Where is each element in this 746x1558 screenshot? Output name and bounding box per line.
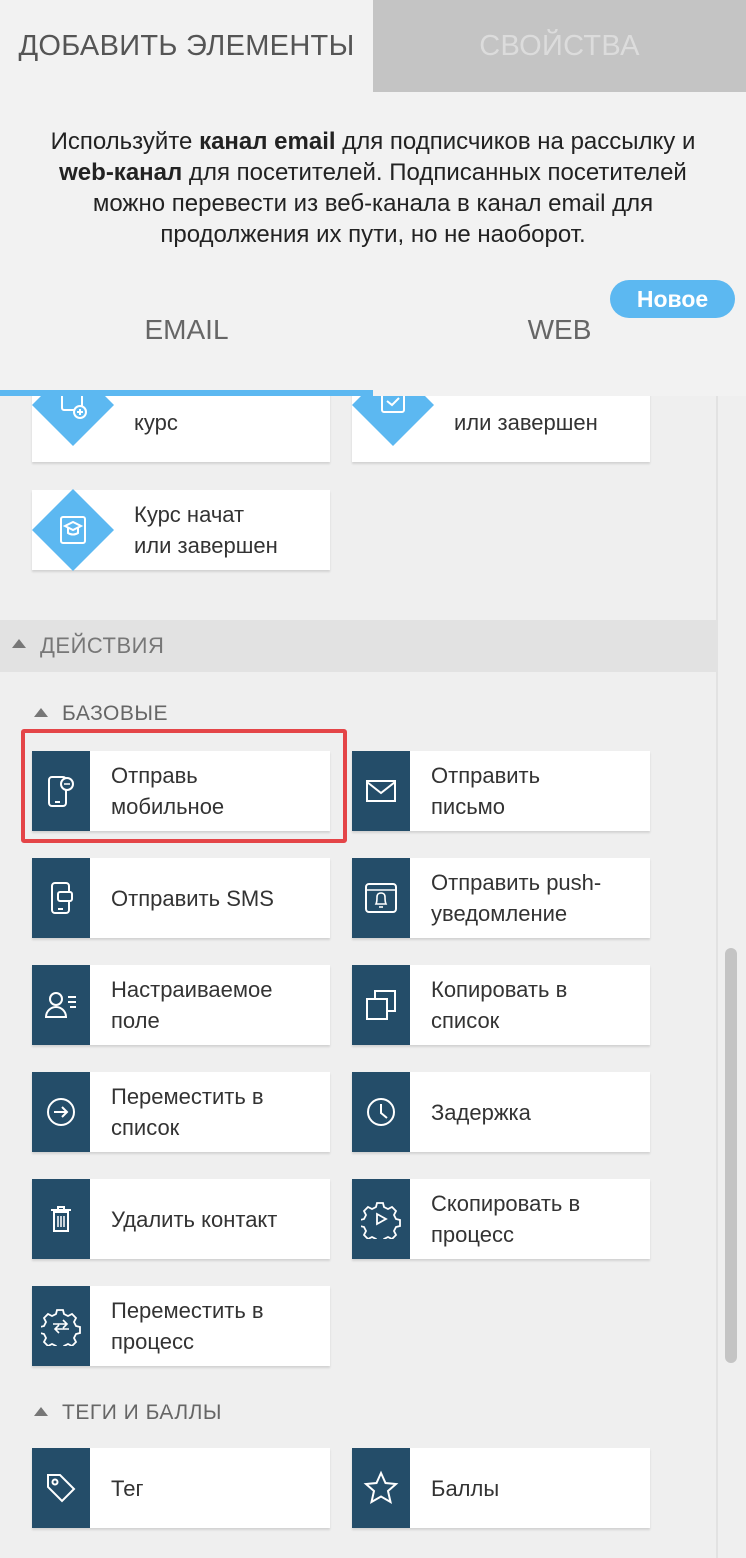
tag-icon	[32, 1448, 90, 1528]
card-label: Курс начат или завершен	[134, 502, 278, 558]
card-label: или завершен	[454, 409, 598, 435]
card-label: Переместить в список	[111, 1084, 264, 1140]
action-send-sms[interactable]: Отправить SMS	[32, 858, 330, 938]
card-label: курс	[134, 409, 178, 435]
card-label: Отправить письмо	[431, 763, 541, 819]
push-bell-icon	[352, 858, 410, 938]
clock-icon	[352, 1072, 410, 1152]
card-label: Удалить контакт	[111, 1206, 278, 1232]
gear-move-icon	[32, 1286, 90, 1366]
channel-tab-email[interactable]: EMAIL	[0, 314, 373, 346]
action-custom-field[interactable]: Настраиваемое поле	[32, 965, 330, 1045]
collapse-arrow-icon	[34, 708, 48, 717]
card-label: Скопировать в процесс	[431, 1191, 581, 1247]
action-copy-to-list[interactable]: Копировать в список	[352, 965, 650, 1045]
channel-tab-web[interactable]: WEB	[373, 314, 746, 346]
gear-copy-icon	[352, 1179, 410, 1259]
card-label: Тег	[111, 1475, 144, 1501]
card-label: Отправить push-уведомление	[431, 870, 602, 926]
card-label: Баллы	[431, 1475, 500, 1501]
arrow-circle-icon	[32, 1072, 90, 1152]
course-check-icon	[373, 396, 413, 425]
action-send-push[interactable]: Отправить push-уведомление	[352, 858, 650, 938]
list-divider	[716, 396, 718, 1558]
action-send-email[interactable]: Отправить письмо	[352, 751, 650, 831]
action-delete-contact[interactable]: Удалить контакт	[32, 1179, 330, 1259]
action-tag[interactable]: Тег	[32, 1448, 330, 1528]
trigger-card-course-status[interactable]: или завершен	[351, 396, 650, 462]
highlight-frame	[21, 729, 347, 843]
subsection-title: ТЕГИ И БАЛЛЫ	[62, 1401, 223, 1424]
action-delay[interactable]: Задержка	[352, 1072, 650, 1152]
trash-icon	[32, 1179, 90, 1259]
action-move-to-process[interactable]: Переместить в процесс	[32, 1286, 330, 1366]
card-label: Настраиваемое поле	[111, 977, 273, 1033]
trigger-card-course-add[interactable]: курс	[31, 396, 330, 462]
star-icon	[352, 1448, 410, 1528]
tab-add-elements[interactable]: ДОБАВИТЬ ЭЛЕМЕНТЫ	[0, 0, 373, 92]
trigger-card-course-started[interactable]: Курс начат или завершен	[31, 488, 330, 572]
copy-icon	[352, 965, 410, 1045]
action-points[interactable]: Баллы	[352, 1448, 650, 1528]
card-label: Задержка	[431, 1099, 531, 1125]
envelope-icon	[352, 751, 410, 831]
user-field-icon	[32, 965, 90, 1045]
channel-info: Используйте канал email для подписчиков …	[0, 92, 746, 396]
panel-tabs: ДОБАВИТЬ ЭЛЕМЕНТЫ СВОЙСТВА	[0, 0, 746, 92]
action-move-to-list[interactable]: Переместить в список	[32, 1072, 330, 1152]
card-label: Отправить SMS	[111, 885, 274, 911]
course-add-icon	[53, 396, 93, 425]
elements-list[interactable]: курс или завершен Курс начат или завершен…	[0, 396, 746, 1558]
new-badge: Новое	[610, 280, 735, 318]
section-actions[interactable]: ДЕЙСТВИЯ	[0, 620, 716, 672]
tab-properties[interactable]: СВОЙСТВА	[373, 0, 746, 92]
graduation-cap-icon	[53, 510, 93, 550]
collapse-arrow-icon	[12, 639, 26, 648]
scrollbar-thumb[interactable]	[725, 948, 737, 1363]
card-label: Переместить в процесс	[111, 1298, 264, 1354]
collapse-arrow-icon	[34, 1407, 48, 1416]
channel-info-text: Используйте канал email для подписчиков …	[50, 128, 696, 248]
section-title: ДЕЙСТВИЯ	[40, 633, 165, 658]
sms-phone-icon	[32, 858, 90, 938]
action-copy-to-process[interactable]: Скопировать в процесс	[352, 1179, 650, 1259]
card-label: Копировать в список	[431, 977, 568, 1033]
subsection-title: БАЗОВЫЕ	[62, 702, 168, 725]
